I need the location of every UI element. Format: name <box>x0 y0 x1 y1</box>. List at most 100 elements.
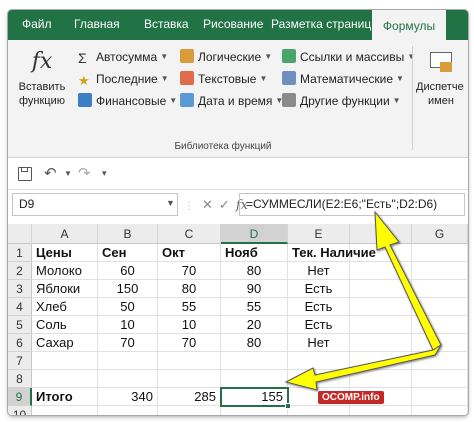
cell-f3[interactable] <box>350 280 412 298</box>
cell-g4[interactable] <box>412 298 468 316</box>
cell-c6[interactable]: 70 <box>158 334 221 352</box>
cell-f10[interactable] <box>350 406 412 415</box>
math-functions-button[interactable]: Математические ▼ <box>282 70 404 88</box>
cell-e7[interactable] <box>288 352 350 370</box>
row-header-3[interactable]: 3 <box>8 280 32 298</box>
cell-c2[interactable]: 70 <box>158 262 221 280</box>
cell-g5[interactable] <box>412 316 468 334</box>
cell-b7[interactable] <box>98 352 158 370</box>
cell-e6[interactable]: Нет <box>288 334 350 352</box>
cell-d5[interactable]: 20 <box>221 316 288 334</box>
cell-c7[interactable] <box>158 352 221 370</box>
row-header-10[interactable]: 10 <box>8 406 32 415</box>
tab-draw[interactable]: Рисование <box>203 17 263 31</box>
cell-f5[interactable] <box>350 316 412 334</box>
cell-e4[interactable]: Есть <box>288 298 350 316</box>
cell-e3[interactable]: Есть <box>288 280 350 298</box>
tab-page-layout[interactable]: Разметка страницы <box>271 17 380 31</box>
cell-g3[interactable] <box>412 280 468 298</box>
cell-d3[interactable]: 90 <box>221 280 288 298</box>
cell-d10[interactable] <box>221 406 288 415</box>
cell-d2[interactable]: 80 <box>221 262 288 280</box>
cell-a7[interactable] <box>32 352 98 370</box>
name-box[interactable]: D9 <box>12 193 178 216</box>
cell-b3[interactable]: 150 <box>98 280 158 298</box>
cell-a10[interactable] <box>32 406 98 415</box>
row-header-1[interactable]: 1 <box>8 244 32 262</box>
cell-g10[interactable] <box>412 406 468 415</box>
cancel-icon[interactable]: ✕ <box>202 197 213 212</box>
cell-a1[interactable]: Цены <box>32 244 98 262</box>
column-header-g[interactable]: G <box>412 224 468 244</box>
column-header-e[interactable]: E <box>288 224 350 244</box>
cell-f2[interactable] <box>350 262 412 280</box>
column-header-a[interactable]: A <box>32 224 98 244</box>
cell-e2[interactable]: Нет <box>288 262 350 280</box>
datetime-functions-button[interactable]: Дата и время ▼ <box>180 92 283 110</box>
customize-qat-icon[interactable]: ▾ <box>102 168 107 179</box>
tab-home[interactable]: Главная <box>74 17 120 31</box>
cell-c9[interactable]: 285 <box>158 388 221 406</box>
cell-e1[interactable]: Тек. Наличие <box>288 244 376 262</box>
cell-g7[interactable] <box>412 352 468 370</box>
lookup-functions-button[interactable]: Ссылки и массивы▼ <box>282 48 415 66</box>
financial-functions-button[interactable]: Финансовые ▼ <box>78 92 177 110</box>
cell-b6[interactable]: 70 <box>98 334 158 352</box>
cell-d6[interactable]: 80 <box>221 334 288 352</box>
cell-f4[interactable] <box>350 298 412 316</box>
column-header-b[interactable]: B <box>98 224 158 244</box>
cell-c3[interactable]: 80 <box>158 280 221 298</box>
row-header-2[interactable]: 2 <box>8 262 32 280</box>
row-header-4[interactable]: 4 <box>8 298 32 316</box>
row-header-5[interactable]: 5 <box>8 316 32 334</box>
cell-b8[interactable] <box>98 370 158 388</box>
cell-a9[interactable]: Итого <box>32 388 98 406</box>
cell-b5[interactable]: 10 <box>98 316 158 334</box>
tab-insert[interactable]: Вставка <box>144 17 189 31</box>
cell-e5[interactable]: Есть <box>288 316 350 334</box>
cell-d9[interactable]: 155 <box>221 388 288 406</box>
cell-a2[interactable]: Молоко <box>32 262 98 280</box>
cell-b9[interactable]: 340 <box>98 388 158 406</box>
cell-a4[interactable]: Хлеб <box>32 298 98 316</box>
autosum-button[interactable]: Σ Автосумма ▼ <box>78 48 168 66</box>
cell-b4[interactable]: 50 <box>98 298 158 316</box>
cell-f8[interactable] <box>350 370 412 388</box>
formula-input[interactable]: =СУММЕСЛИ(E2:E6;"Есть";D2:D6) <box>239 193 465 216</box>
tab-formulas[interactable]: Формулы <box>372 10 446 40</box>
fill-handle[interactable] <box>285 403 291 409</box>
cell-e8[interactable] <box>288 370 350 388</box>
tab-file[interactable]: Файл <box>22 17 52 31</box>
column-header-d[interactable]: D <box>221 224 288 244</box>
row-header-8[interactable]: 8 <box>8 370 32 388</box>
cell-d4[interactable]: 55 <box>221 298 288 316</box>
row-header-7[interactable]: 7 <box>8 352 32 370</box>
recent-functions-button[interactable]: ★ Последние ▼ <box>78 70 169 88</box>
cell-c8[interactable] <box>158 370 221 388</box>
cell-a8[interactable] <box>32 370 98 388</box>
cell-c5[interactable]: 10 <box>158 316 221 334</box>
save-icon[interactable] <box>18 167 32 181</box>
text-functions-button[interactable]: Текстовые ▼ <box>180 70 267 88</box>
cell-a6[interactable]: Сахар <box>32 334 98 352</box>
cell-g1[interactable] <box>412 244 468 262</box>
cell-b10[interactable] <box>98 406 158 415</box>
cell-d1[interactable]: Нояб <box>221 244 288 262</box>
select-all-corner[interactable] <box>8 224 32 244</box>
undo-icon[interactable]: ↶ <box>44 164 57 182</box>
cell-d8[interactable] <box>221 370 288 388</box>
insert-function-button[interactable]: fx Вставить функцию <box>14 48 70 108</box>
cell-f6[interactable] <box>350 334 412 352</box>
cell-f1[interactable] <box>350 244 412 262</box>
cell-c10[interactable] <box>158 406 221 415</box>
redo-icon[interactable]: ↷ <box>78 164 91 182</box>
cell-a3[interactable]: Яблоки <box>32 280 98 298</box>
cell-b2[interactable]: 60 <box>98 262 158 280</box>
cell-e10[interactable] <box>288 406 350 415</box>
cell-c1[interactable]: Окт <box>158 244 221 262</box>
other-functions-button[interactable]: Другие функции ▼ <box>282 92 401 110</box>
chevron-down-icon[interactable]: ▼ <box>64 169 72 178</box>
chevron-down-icon[interactable]: ▼ <box>166 193 175 214</box>
column-header-f[interactable]: F <box>350 224 412 244</box>
cell-a5[interactable]: Соль <box>32 316 98 334</box>
